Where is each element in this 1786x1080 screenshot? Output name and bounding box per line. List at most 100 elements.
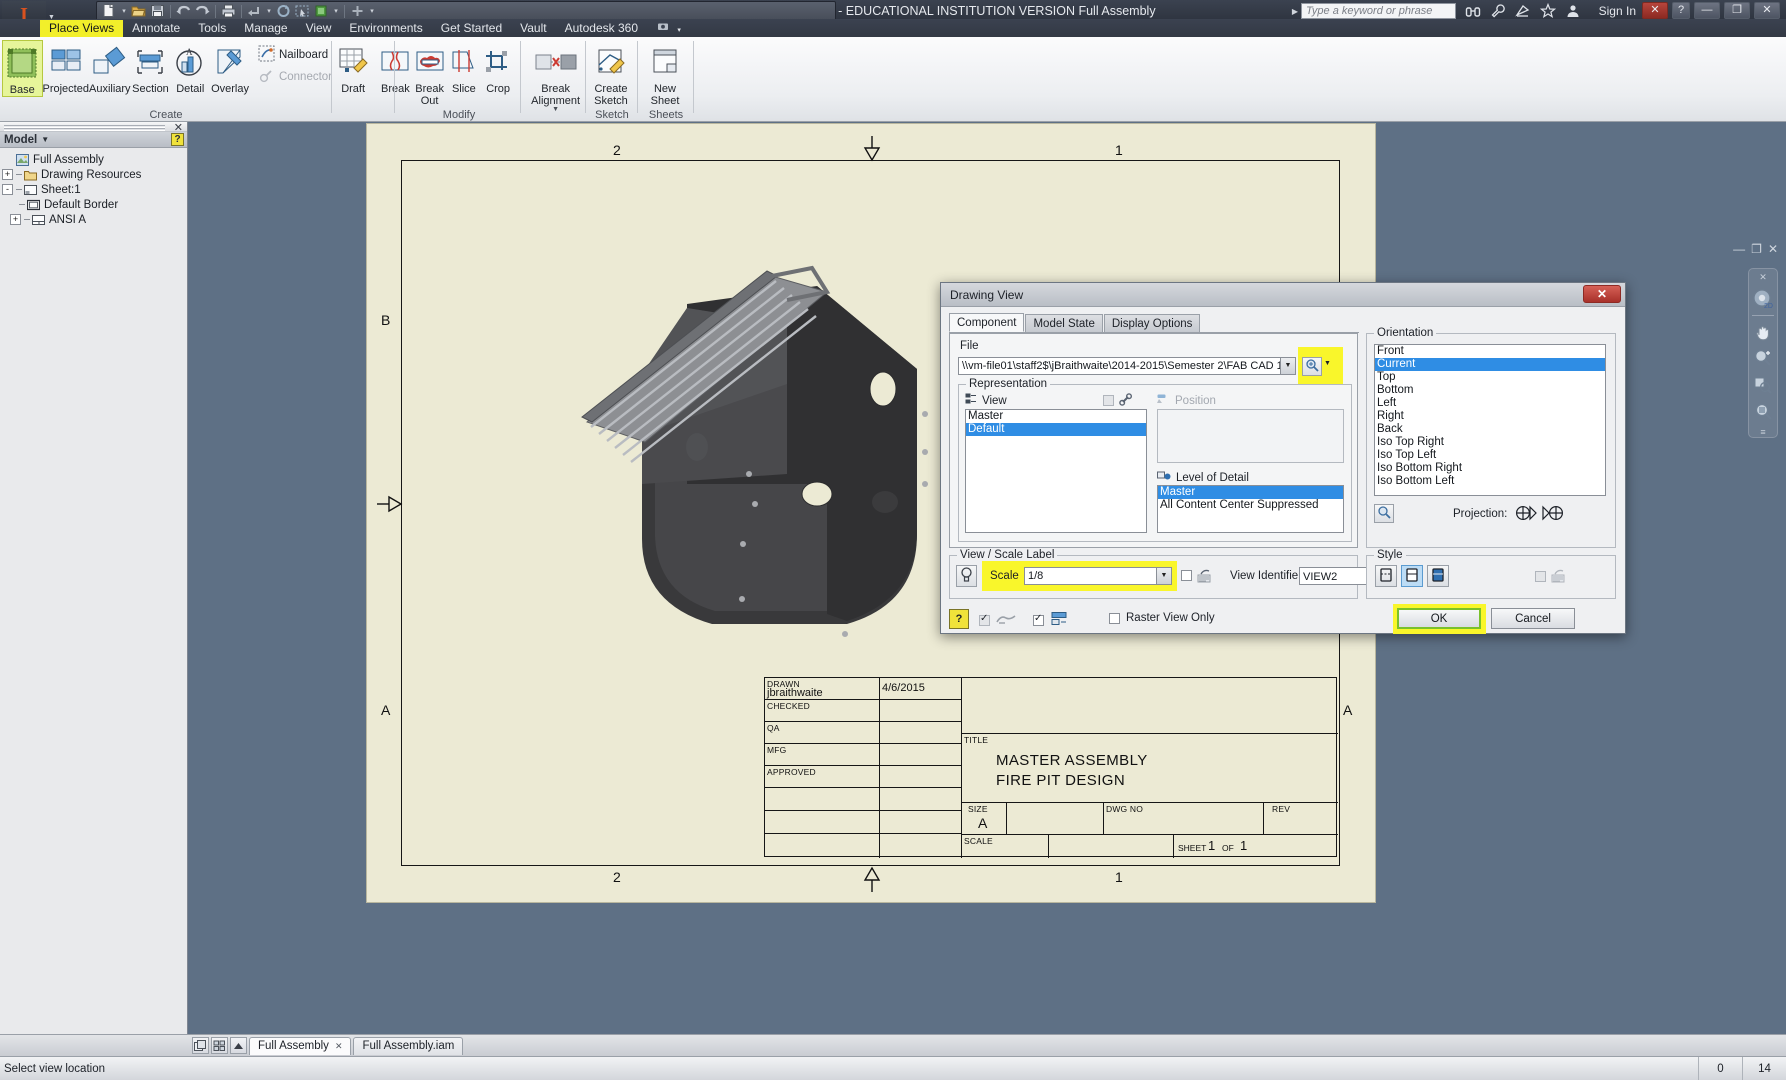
orientation-item-iso-bottom-right[interactable]: Iso Bottom Right [1375, 462, 1605, 475]
doc-tab-full-assembly-iam[interactable]: Full Assembly.iam [353, 1037, 463, 1055]
tree-item-ansi-a[interactable]: + ANSI A [2, 212, 187, 227]
ribbon-display-options-icon[interactable]: ▾ [647, 20, 695, 37]
tree-expander-sheet-1[interactable]: - [2, 184, 13, 195]
tab-get-started[interactable]: Get Started [432, 20, 511, 37]
browser-drag-grip[interactable]: ✕ [0, 122, 187, 132]
first-angle-projection-icon[interactable] [1515, 504, 1537, 525]
dialog-title-bar[interactable]: Drawing View ✕ [941, 283, 1625, 307]
orientation-list[interactable]: Front Current Top Bottom Left Right Back… [1374, 344, 1606, 496]
change-view-orientation-button[interactable] [1374, 504, 1394, 523]
window-close-top-button[interactable]: ✕ [1642, 2, 1668, 19]
orientation-item-bottom[interactable]: Bottom [1375, 384, 1605, 397]
style-hidden-line-button[interactable] [1375, 565, 1397, 587]
raster-view-only-option[interactable]: Raster View Only [1109, 612, 1215, 624]
orientation-item-front[interactable]: Front [1375, 345, 1605, 358]
doc-tab-close-icon[interactable]: ✕ [335, 1037, 343, 1055]
undo-icon[interactable] [175, 3, 192, 19]
scroll-up-icon[interactable] [230, 1037, 247, 1054]
create-sketch-button[interactable]: Create Sketch [586, 40, 636, 107]
dialog-tab-component[interactable]: Component [949, 313, 1024, 332]
orientation-item-top[interactable]: Top [1375, 371, 1605, 384]
window-close-button[interactable]: ✕ [1754, 2, 1780, 19]
navbar-close-icon[interactable]: ✕ [1759, 272, 1767, 283]
zoom-window-icon[interactable] [1751, 374, 1775, 396]
qat-more-caret-icon[interactable]: ▾ [368, 7, 376, 15]
tree-item-default-border[interactable]: Default Border [2, 197, 187, 212]
associative-link-icon[interactable] [1119, 393, 1133, 409]
orientation-item-back[interactable]: Back [1375, 423, 1605, 436]
zoom-magnifier-icon[interactable] [1751, 347, 1775, 369]
orientation-item-iso-top-left[interactable]: Iso Top Left [1375, 449, 1605, 462]
tab-vault[interactable]: Vault [511, 20, 555, 37]
tab-annotate[interactable]: Annotate [123, 20, 189, 37]
file-path-caret-icon[interactable]: ▼ [1280, 358, 1295, 374]
footer-option-2[interactable] [1033, 611, 1069, 630]
nailboard-button[interactable]: Nailboard [256, 44, 332, 66]
full-navigation-wheel-icon[interactable]: 2D [1751, 288, 1775, 310]
style-hidden-line-removed-button[interactable] [1401, 565, 1423, 587]
auxiliary-view-button[interactable]: Auxiliary [89, 40, 131, 95]
style-shaded-button[interactable] [1427, 565, 1449, 587]
window-minimize-button[interactable]: — [1694, 2, 1720, 19]
return-caret-icon[interactable]: ▾ [265, 7, 273, 15]
title-block[interactable]: DRAWN jbraithwaite 4/6/2015 CHECKED QA M… [764, 677, 1337, 857]
navbar-menu-caret-icon[interactable]: ≡ [1760, 427, 1765, 437]
break-alignment-button[interactable]: Break Alignment ▼ [525, 40, 586, 113]
zoom-all-icon[interactable] [1751, 400, 1775, 422]
browse-caret-icon[interactable]: ▼ [1324, 360, 1331, 367]
dialog-tab-display-options[interactable]: Display Options [1104, 314, 1201, 332]
browse-file-button[interactable] [1302, 357, 1322, 376]
break-out-button[interactable]: Break Out [413, 40, 447, 107]
browser-header[interactable]: Model ▼ ? [0, 132, 187, 148]
doc-close-button[interactable]: ✕ [1768, 242, 1778, 256]
orientation-item-iso-top-right[interactable]: Iso Top Right [1375, 436, 1605, 449]
return-icon[interactable] [246, 3, 263, 19]
style-from-base-checkbox[interactable] [1535, 571, 1546, 582]
tab-environments[interactable]: Environments [340, 20, 431, 37]
satellite-icon[interactable] [1515, 3, 1531, 19]
raster-view-only-checkbox[interactable] [1109, 613, 1120, 624]
tab-autodesk-360[interactable]: Autodesk 360 [556, 20, 647, 37]
select-icon[interactable] [294, 3, 311, 19]
search-input[interactable]: Type a keyword or phrase [1301, 3, 1456, 19]
scale-style-icon[interactable] [1197, 568, 1212, 586]
view-label-toggle-button[interactable] [956, 565, 977, 587]
tile-windows-icon[interactable] [192, 1037, 209, 1054]
dialog-tab-model-state[interactable]: Model State [1025, 314, 1102, 332]
tab-view[interactable]: View [297, 20, 341, 37]
redo-icon[interactable] [194, 3, 211, 19]
view-rep-item-master[interactable]: Master [966, 410, 1146, 423]
level-of-detail-list[interactable]: Master All Content Center Suppressed [1157, 485, 1344, 533]
drawing-view-dialog[interactable]: Drawing View ✕ Component Model State Dis… [940, 282, 1626, 634]
detail-view-button[interactable]: A Detail [170, 40, 210, 95]
ok-button[interactable]: OK [1397, 608, 1481, 629]
crop-button[interactable]: Crop [481, 40, 515, 95]
footer-option-2-checkbox[interactable] [1033, 615, 1044, 626]
new-icon[interactable] [101, 3, 118, 19]
browser-help-icon[interactable]: ? [171, 133, 184, 146]
tab-tools[interactable]: Tools [189, 20, 235, 37]
view-representation-list[interactable]: Master Default [965, 409, 1147, 533]
tree-item-drawing-resources[interactable]: + Drawing Resources [2, 167, 187, 182]
help-button[interactable]: ? [1672, 2, 1690, 19]
base-view-button[interactable]: Base [2, 40, 43, 97]
update-icon[interactable] [275, 3, 292, 19]
doc-tab-full-assembly[interactable]: Full Assembly ✕ [249, 1037, 351, 1055]
user-icon[interactable] [1565, 3, 1581, 19]
zoom-all-icon[interactable] [349, 3, 366, 19]
file-path-combo[interactable]: \\vm-file01\staff2$\jBraithwaite\2014-20… [958, 357, 1296, 375]
third-angle-projection-icon[interactable] [1542, 504, 1564, 525]
new-sheet-button[interactable]: New Sheet [638, 40, 692, 107]
search-caret-icon[interactable]: ▶ [1292, 7, 1298, 16]
browser-dropdown-caret-icon[interactable]: ▼ [41, 135, 49, 144]
tree-item-full-assembly[interactable]: Full Assembly [2, 152, 187, 167]
doc-restore-button[interactable]: ❐ [1751, 242, 1762, 256]
open-icon[interactable] [130, 3, 147, 19]
orientation-item-right[interactable]: Right [1375, 410, 1605, 423]
binoculars-icon[interactable] [1465, 3, 1481, 19]
lod-item-master[interactable]: Master [1158, 486, 1343, 499]
arrange-icons-icon[interactable] [211, 1037, 228, 1054]
section-view-button[interactable]: Section [131, 40, 171, 95]
cancel-button[interactable]: Cancel [1491, 608, 1575, 629]
scale-combo[interactable]: 1/8 ▼ [1024, 567, 1172, 585]
